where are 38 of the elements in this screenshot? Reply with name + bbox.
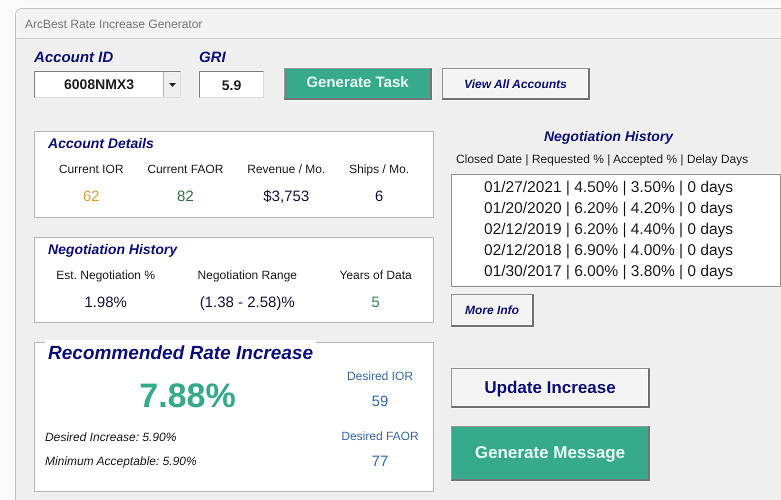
account-id-label: Account ID xyxy=(34,49,114,67)
history-row[interactable]: 02/12/2018 | 6.90% | 4.00% | 0 days xyxy=(484,240,780,261)
target-label: Desired FAOR xyxy=(341,428,419,445)
field-label: Current FAOR xyxy=(147,161,224,178)
field-label: Ships / Mo. xyxy=(349,161,410,178)
field-label: Current IOR xyxy=(58,161,124,178)
field-label: Negotiation Range xyxy=(198,267,297,284)
target-label: Desired IOR xyxy=(346,368,414,384)
gri-input[interactable]: 5.9 xyxy=(199,71,264,98)
field-value: (1.38 - 2.58)% xyxy=(200,293,295,313)
history-row[interactable]: 02/12/2019 | 6.20% | 4.40% | 0 days xyxy=(484,219,780,240)
history-column-header: Closed Date | Requested % | Accepted % | Delay Days xyxy=(456,151,750,168)
field-label: Years of Data xyxy=(339,267,412,284)
gri-label: GRI xyxy=(199,49,227,67)
field-value: 6 xyxy=(374,187,384,207)
history-list[interactable]: 01/27/2021 | 4.50% | 3.50% | 0 days 01/20/2020 | 6.20% | 4.20% | 0 days 02/12/2019 | 6.20% | 4.40% | 0 days 02/12/2018 | 6.90% | 4.00% | 0 days 01/30/2017 | 6.00% | 3.80% | 0 days xyxy=(451,174,781,287)
history-row[interactable]: 01/30/2017 | 6.00% | 3.80% | 0 days xyxy=(484,261,780,282)
field-value: 62 xyxy=(82,187,100,207)
field-label: Est. Negotiation % xyxy=(56,267,155,284)
history-row[interactable]: 01/27/2021 | 4.50% | 3.50% | 0 days xyxy=(484,177,780,198)
note-text: Desired Increase: 5.90% xyxy=(45,428,178,446)
field-value: 1.98% xyxy=(84,293,127,313)
field-value: $3,753 xyxy=(263,187,310,207)
field-value: 5 xyxy=(371,293,380,313)
window-title: ArcBest Rate Increase Generator xyxy=(25,17,202,31)
target-value: 59 xyxy=(372,392,388,412)
field-label: Revenue / Mo. xyxy=(247,161,326,178)
note-text: Minimum Acceptable: 5.90% xyxy=(45,452,198,470)
field-value: 82 xyxy=(177,187,194,207)
action-button[interactable]: View All Accounts xyxy=(442,68,590,100)
more-info-button[interactable]: More Info xyxy=(451,294,534,327)
recommended-value: 7.88% xyxy=(139,376,236,416)
caret-icon xyxy=(168,82,176,86)
history-row[interactable]: 01/20/2020 | 6.20% | 4.20% | 0 days xyxy=(484,198,780,219)
action-button[interactable]: Update Increase xyxy=(451,368,650,408)
account-id-dropdown[interactable]: 6008NMX3 xyxy=(34,71,181,98)
history-title: Negotiation History xyxy=(542,127,674,145)
target-value: 77 xyxy=(372,452,388,472)
